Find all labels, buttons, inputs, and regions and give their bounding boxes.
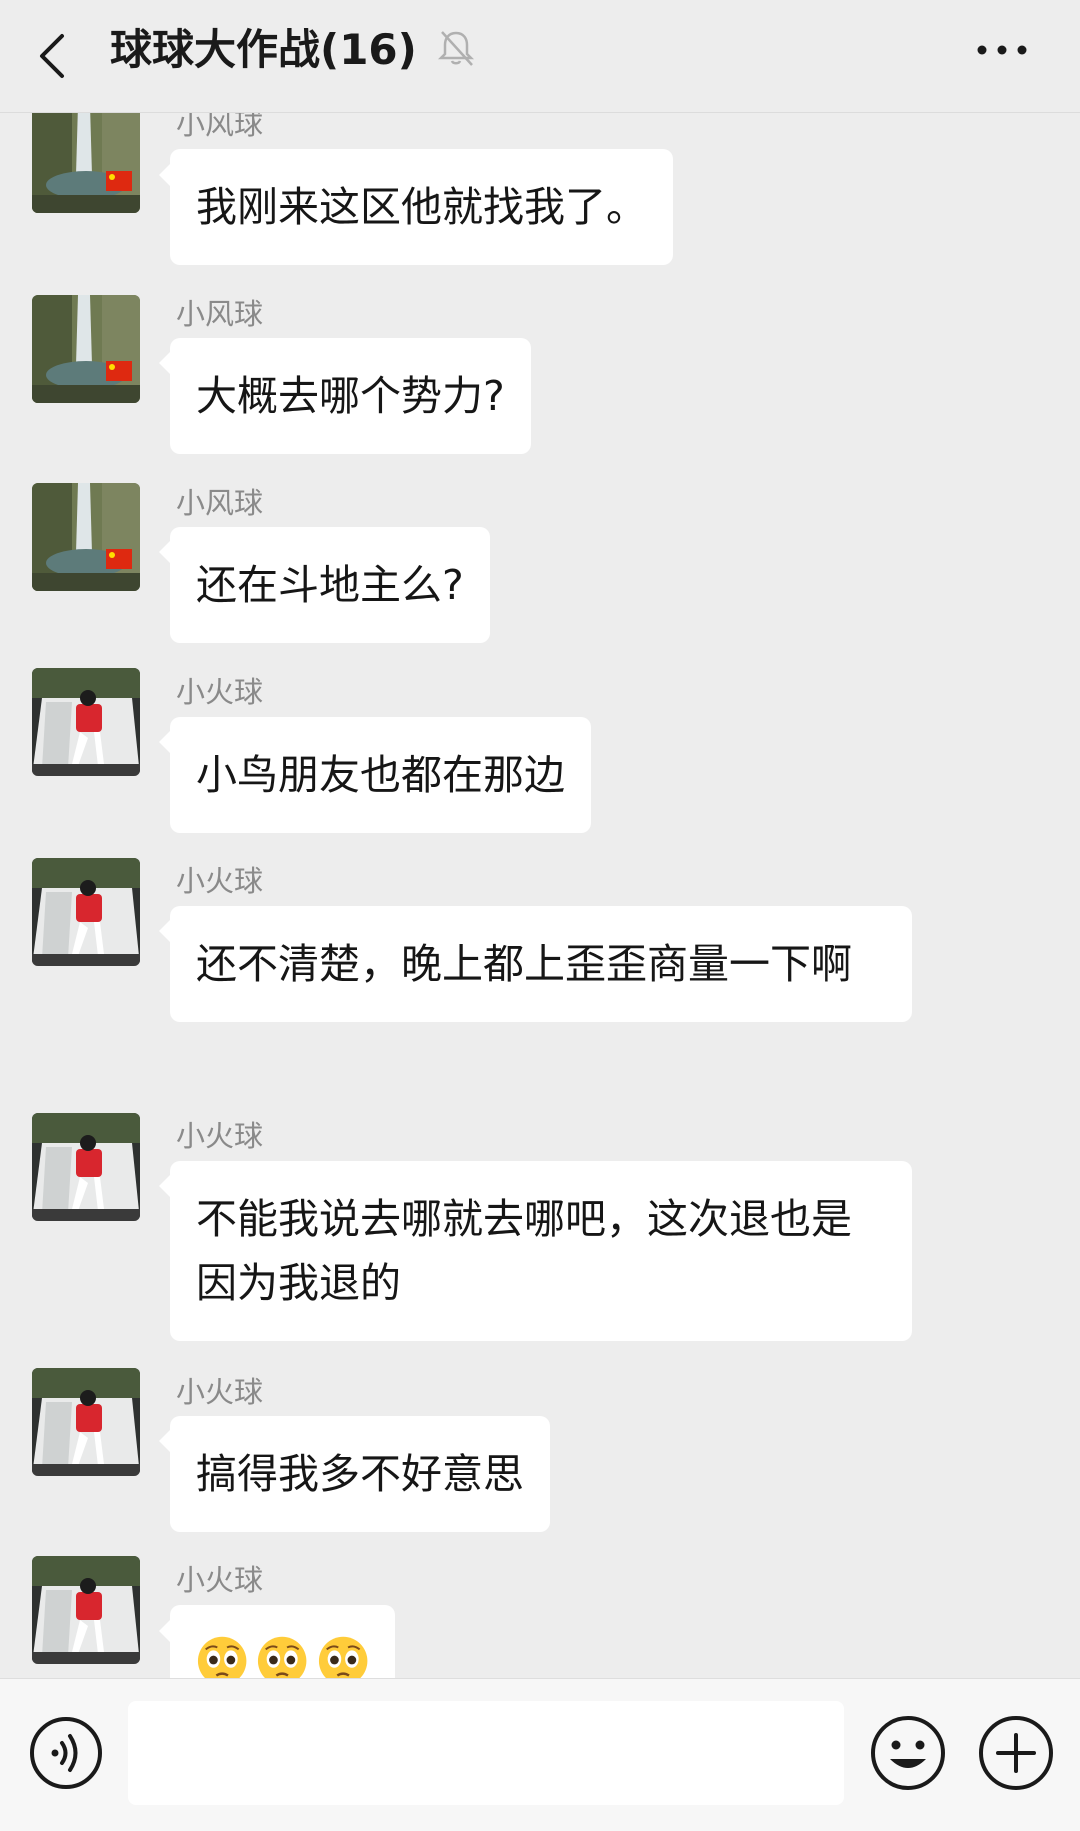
message-bubble[interactable]: 不能我说去哪就去哪吧，这次退也是因为我退的 (170, 1161, 912, 1341)
sender-name: 小风球 (176, 113, 264, 141)
plus-circle-icon[interactable] (976, 1713, 1056, 1793)
smiley-icon[interactable] (868, 1713, 948, 1793)
message-text: 大概去哪个势力? (196, 372, 505, 420)
more-dots-icon[interactable] (972, 30, 1032, 70)
message-text: 还不清楚，晚上都上歪歪商量一下啊 (196, 940, 852, 988)
message-text: 小鸟朋友也都在那边 (196, 751, 565, 799)
message-bubble[interactable]: 还不清楚，晚上都上歪歪商量一下啊 (170, 906, 912, 1022)
message-text: 搞得我多不好意思 (196, 1450, 524, 1498)
sender-name: 小火球 (176, 1563, 264, 1597)
message-text: 不能我说去哪就去哪吧，这次退也是因为我退的 (196, 1195, 852, 1307)
message-bubble[interactable]: 我刚来这区他就找我了。 (170, 149, 673, 265)
sender-name: 小火球 (176, 1119, 264, 1153)
message-bubble[interactable]: 还在斗地主么? (170, 527, 490, 643)
message-bubble[interactable]: 搞得我多不好意思 (170, 1416, 550, 1532)
pleading-face-icon (318, 1636, 368, 1678)
message-bubble[interactable]: 小鸟朋友也都在那边 (170, 717, 591, 833)
input-bar (0, 1678, 1080, 1831)
sender-name: 小火球 (176, 1375, 264, 1409)
car-avatar[interactable] (32, 668, 140, 776)
message-bubble[interactable]: 大概去哪个势力? (170, 338, 531, 454)
message-input[interactable] (128, 1701, 844, 1805)
pleading-face-icon (197, 1636, 247, 1678)
message-text: 我刚来这区他就找我了。 (196, 183, 647, 231)
car-avatar[interactable] (32, 1368, 140, 1476)
message-text: 还在斗地主么? (196, 561, 464, 609)
waterfall-avatar[interactable] (32, 295, 140, 403)
waterfall-avatar[interactable] (32, 113, 140, 213)
message-bubble[interactable] (170, 1605, 395, 1678)
sender-name: 小风球 (176, 486, 264, 520)
emoji-row (196, 1631, 369, 1678)
bell-off-icon (437, 31, 475, 66)
car-avatar[interactable] (32, 858, 140, 966)
sender-name: 小风球 (176, 297, 264, 331)
chat-header: 球球大作战(16) (0, 0, 1080, 113)
sender-name: 小火球 (176, 864, 264, 898)
car-avatar[interactable] (32, 1113, 140, 1221)
chevron-left-icon[interactable] (34, 26, 74, 86)
sender-name: 小火球 (176, 675, 264, 709)
message-list[interactable]: 小风球 我刚来这区他就找我了。 小风球 大概去哪个势力? 小风球 还在斗地主么?… (0, 113, 1080, 1678)
chat-title: 球球大作战(16) (110, 25, 417, 74)
pleading-face-icon (258, 1636, 307, 1678)
car-avatar[interactable] (32, 1556, 140, 1664)
waterfall-avatar[interactable] (32, 483, 140, 591)
voice-icon[interactable] (28, 1715, 104, 1791)
